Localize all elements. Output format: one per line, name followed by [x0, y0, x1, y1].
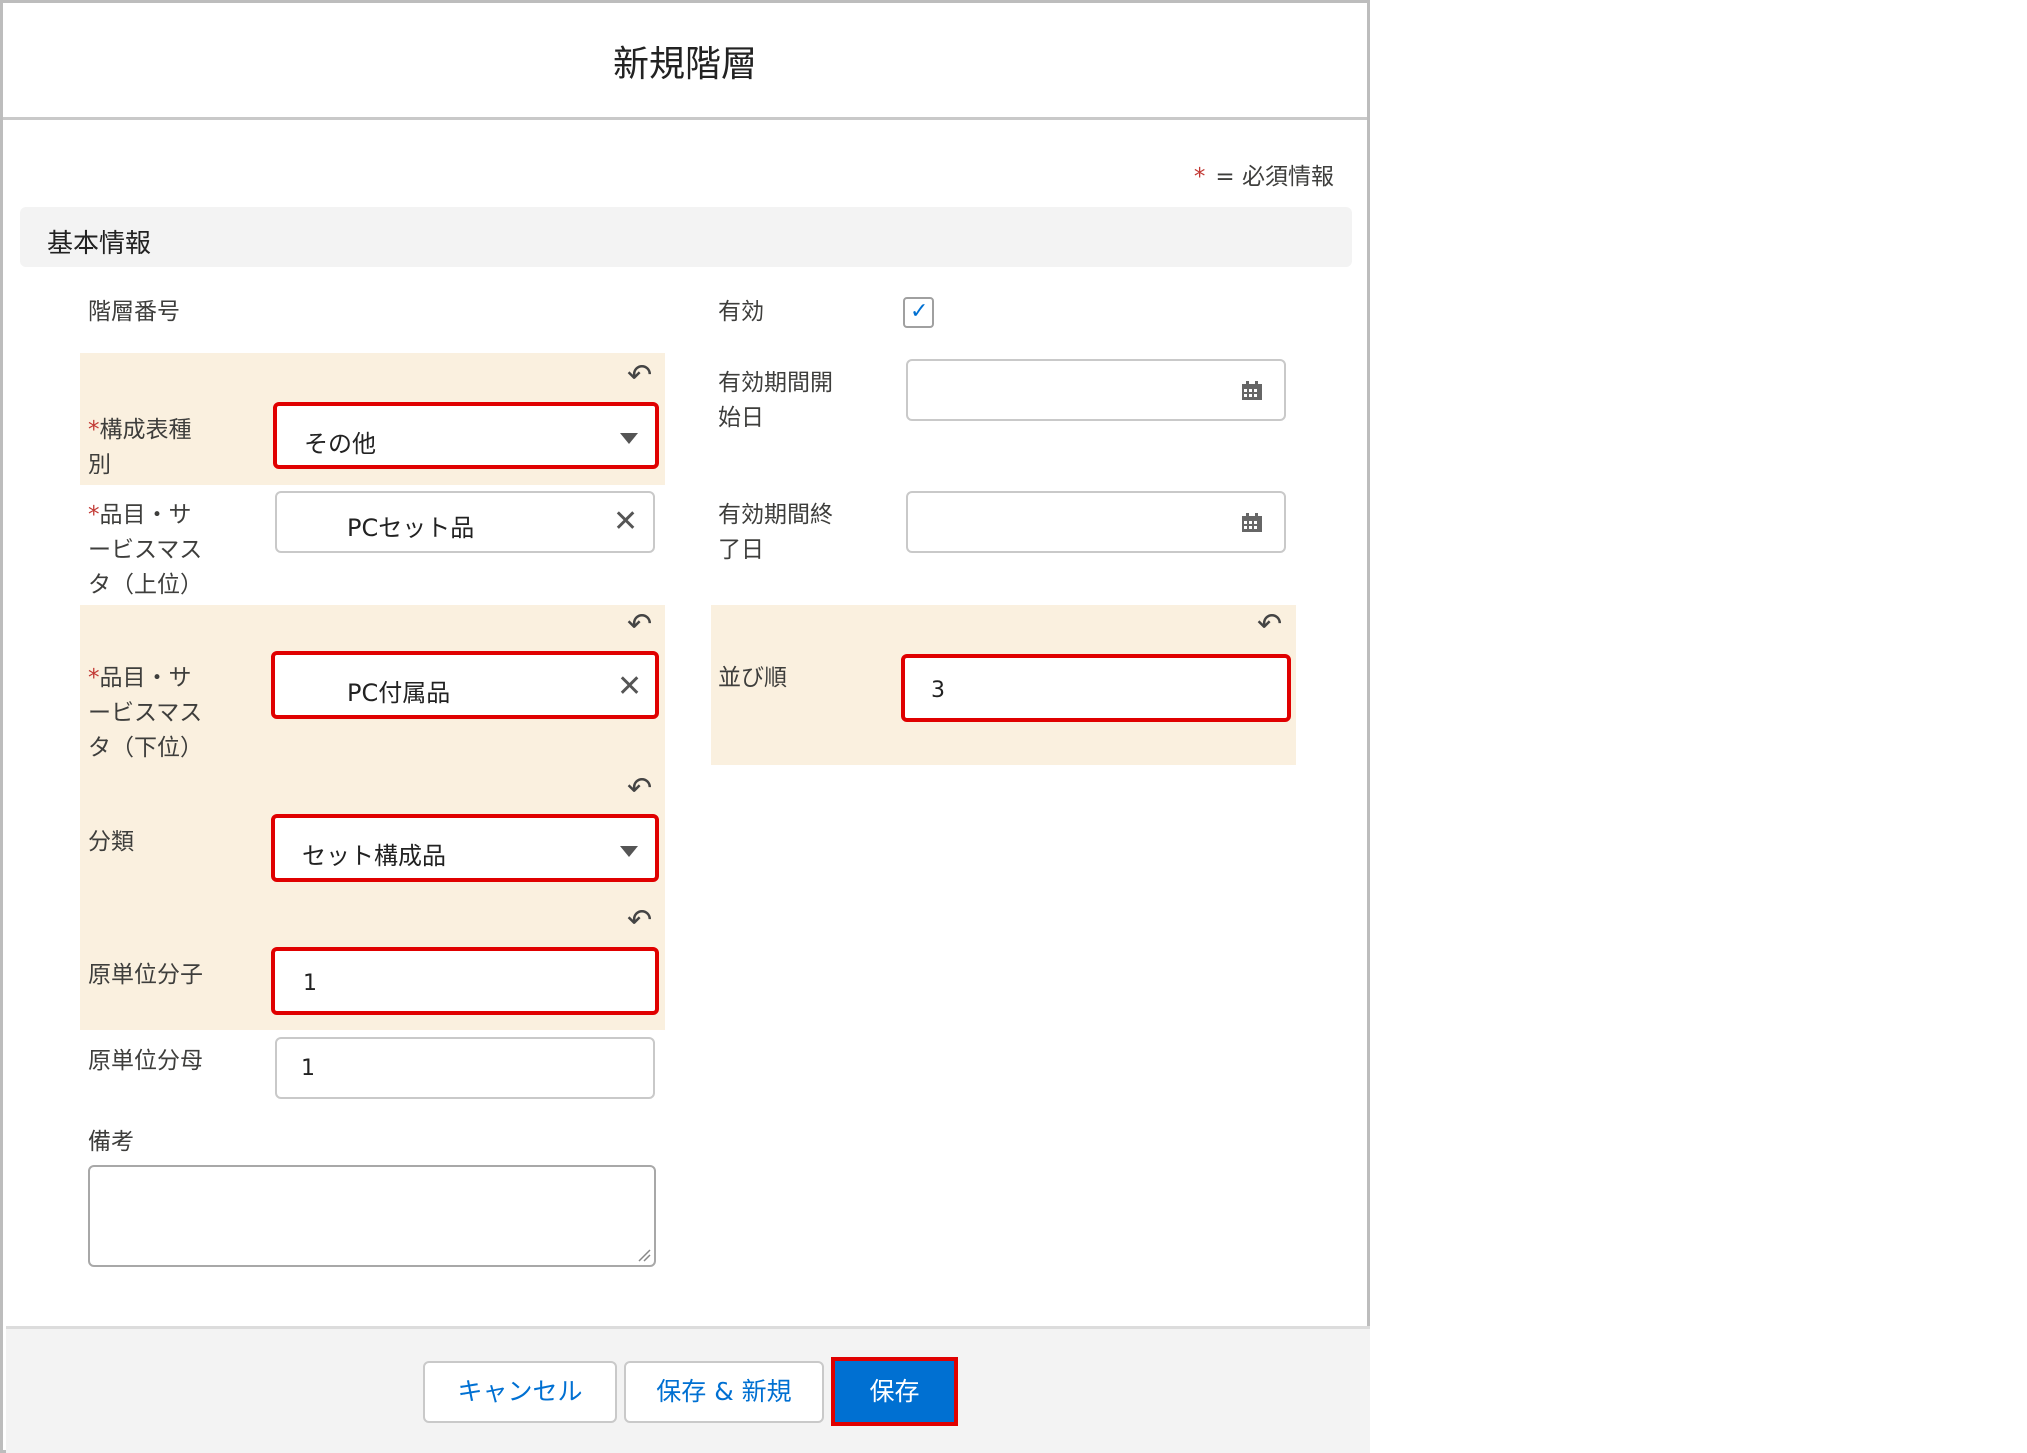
unit-denominator-input[interactable]: 1	[275, 1037, 655, 1099]
child-item-label: *品目・サ	[88, 665, 192, 691]
unit-numerator-value: 1	[303, 971, 317, 996]
valid-start-label: 有効期間開	[718, 370, 833, 396]
save-button-highlight: 保存	[831, 1357, 958, 1426]
child-item-label-cont: ービスマス	[88, 700, 203, 726]
parent-item-label-cont2: タ（上位）	[88, 572, 203, 598]
sort-order-value: 3	[931, 678, 945, 703]
undo-icon[interactable]: ↶	[627, 361, 652, 391]
required-info-note: * = 必須情報	[1194, 157, 1334, 191]
parent-item-label-cont: ービスマス	[88, 537, 203, 563]
undo-icon[interactable]: ↶	[627, 906, 652, 936]
classification-value: セット構成品	[302, 842, 446, 870]
active-checkbox[interactable]: ✓	[903, 297, 934, 328]
calendar-icon[interactable]	[1241, 513, 1263, 533]
sort-order-label: 並び順	[718, 665, 787, 691]
undo-icon[interactable]: ↶	[627, 610, 652, 640]
classification-select[interactable]: セット構成品	[271, 814, 659, 882]
required-star: *	[1193, 164, 1206, 190]
chevron-down-icon	[620, 846, 638, 857]
valid-end-date-input[interactable]	[906, 491, 1286, 553]
unit-denominator-value: 1	[301, 1056, 315, 1081]
dialog-header: 新規階層	[3, 3, 1367, 120]
required-info-text: = 必須情報	[1215, 164, 1334, 190]
child-item-label-cont2: タ（下位）	[88, 735, 203, 761]
valid-start-label-cont: 始日	[718, 405, 764, 431]
clear-icon[interactable]: ✕	[617, 672, 642, 702]
valid-end-label: 有効期間終	[718, 502, 833, 528]
dialog-title: 新規階層	[612, 44, 757, 85]
active-label: 有効	[718, 299, 764, 325]
composition-type-select[interactable]: その他	[273, 402, 659, 469]
parent-item-value: PCセット品	[347, 514, 475, 542]
new-hierarchy-dialog: 新規階層 * = 必須情報 基本情報 階層番号 ↶ *構成表種 別 その他 *品目…	[0, 0, 1370, 1453]
clear-icon[interactable]: ✕	[613, 507, 638, 537]
remarks-textarea[interactable]	[88, 1165, 656, 1267]
classification-label: 分類	[88, 829, 134, 855]
valid-end-label-cont: 了日	[718, 537, 764, 563]
save-button[interactable]: 保存	[837, 1362, 952, 1421]
parent-item-label: *品目・サ	[88, 502, 192, 528]
check-icon: ✓	[910, 299, 929, 324]
hierarchy-number-label: 階層番号	[88, 299, 180, 325]
remarks-label: 備考	[88, 1129, 134, 1155]
valid-start-date-input[interactable]	[906, 359, 1286, 421]
calendar-icon[interactable]	[1241, 381, 1263, 401]
composition-type-label: *構成表種	[88, 417, 192, 443]
unit-denominator-label: 原単位分母	[88, 1048, 203, 1074]
child-item-lookup[interactable]: PC付属品 ✕	[271, 651, 659, 719]
child-item-value: PC付属品	[347, 679, 451, 707]
cancel-button[interactable]: キャンセル	[423, 1361, 617, 1423]
section-header-basic-info[interactable]	[20, 207, 1352, 267]
unit-numerator-input[interactable]: 1	[271, 947, 659, 1015]
undo-icon[interactable]: ↶	[1257, 610, 1282, 640]
unit-numerator-label: 原単位分子	[88, 962, 203, 988]
resize-handle-icon[interactable]	[637, 1248, 651, 1262]
section-label: 基本情報	[47, 229, 152, 259]
save-and-new-button[interactable]: 保存 & 新規	[624, 1361, 824, 1423]
parent-item-lookup[interactable]: PCセット品 ✕	[275, 491, 655, 553]
sort-order-input[interactable]: 3	[901, 654, 1291, 722]
composition-type-value: その他	[304, 430, 376, 458]
undo-icon[interactable]: ↶	[627, 774, 652, 804]
chevron-down-icon	[620, 433, 638, 444]
composition-type-label-cont: 別	[88, 452, 111, 478]
